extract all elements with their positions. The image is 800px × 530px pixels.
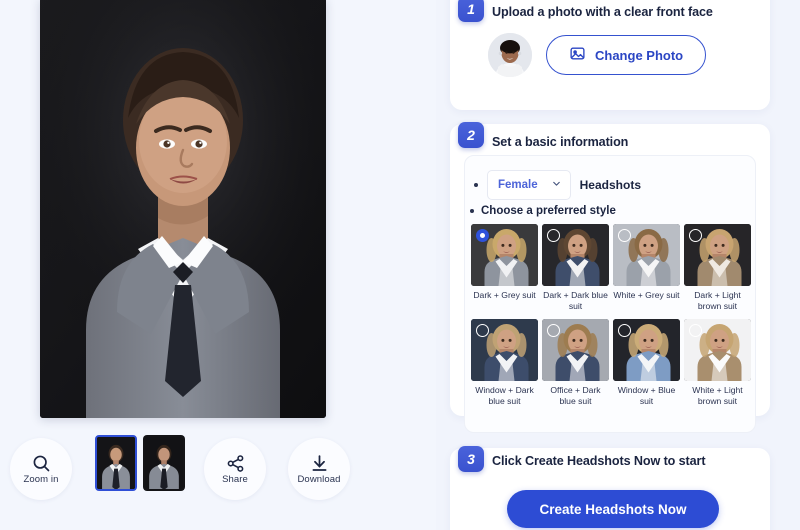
step-2-badge: 2 [458,122,484,148]
step-1-badge: 1 [458,0,484,22]
style-thumbnail [684,224,751,286]
style-radio[interactable] [547,229,560,242]
zoom-in-label: Zoom in [23,474,59,486]
gender-select-value: Female [498,179,538,191]
download-icon [309,453,330,474]
style-option-label: White + Light brown suit [692,385,743,407]
style-thumbnail [684,319,751,382]
style-option-6[interactable]: Office + Dark blue suit [542,319,609,406]
style-radio[interactable] [689,229,702,242]
image-icon [569,45,586,65]
share-icon [225,453,246,474]
bullet-icon [470,209,474,213]
style-option-label: Window + Dark blue suit [475,385,534,407]
style-option-label: Dark + Grey suit [473,290,536,300]
result-thumb-image [97,437,135,489]
download-label: Download [297,474,341,486]
download-button[interactable]: Download [288,438,350,500]
gender-select[interactable]: Female [487,170,571,200]
choose-style-label: Choose a preferred style [481,205,616,217]
style-thumbnail [613,224,680,286]
share-label: Share [222,474,248,486]
zoom-in-button[interactable]: Zoom in [10,438,72,500]
style-radio-selected[interactable] [476,229,489,242]
style-radio[interactable] [618,229,631,242]
headshot-generator-app: Zoom in Share Download 1 Upload a photo … [0,0,800,530]
style-thumbnail [542,319,609,382]
share-button[interactable]: Share [204,438,266,500]
change-photo-label: Change Photo [595,47,684,63]
preview-pane: Zoom in Share Download [0,0,436,530]
style-option-label: Window + Blue suit [617,385,676,407]
style-option-label: Dark + Light brown suit [694,290,741,311]
style-option-label: Dark + Dark blue suit [543,290,608,311]
step-3-badge: 3 [458,446,484,472]
step-1-title: Upload a photo with a clear front face [492,5,713,19]
headshots-label: Headshots [579,178,641,192]
style-option-8[interactable]: White + Light brown suit [684,319,751,406]
change-photo-button[interactable]: Change Photo [546,35,707,75]
avatar-image [488,33,532,77]
style-thumbnail [471,319,538,382]
style-option-2[interactable]: Dark + Dark blue suit [542,224,609,311]
result-thumbnail-1[interactable] [95,435,137,491]
choose-style-row: Choose a preferred style [470,205,616,217]
style-option-7[interactable]: Window + Blue suit [613,319,680,406]
result-thumbnail-2[interactable] [143,435,185,491]
portrait-illustration [40,0,326,418]
style-thumbnail [613,319,680,382]
style-thumbnail [471,224,538,286]
uploaded-photo-avatar[interactable] [488,33,532,77]
step-3-title: Click Create Headshots Now to start [492,454,706,468]
style-option-label: White + Grey suit [613,290,680,300]
step-2-title: Set a basic information [492,135,629,149]
main-preview-photo[interactable] [40,0,326,418]
style-option-label: Office + Dark blue suit [550,385,601,407]
gender-row: Female Headshots [474,170,641,200]
chevron-down-icon [551,176,562,194]
style-thumbnail [542,224,609,286]
style-option-3[interactable]: White + Grey suit [613,224,680,311]
style-option-5[interactable]: Window + Dark blue suit [471,319,538,406]
style-grid: Dark + Grey suit Dark + Dark blue suit Whi… [471,224,751,407]
bullet-icon [474,183,478,187]
result-thumb-image [145,437,183,489]
magnifier-icon [31,453,52,474]
create-headshots-button[interactable]: Create Headshots Now [507,490,719,528]
result-thumbnail-strip [95,435,185,491]
style-option-4[interactable]: Dark + Light brown suit [684,224,751,311]
style-option-1[interactable]: Dark + Grey suit [471,224,538,311]
upload-row: Change Photo [488,33,707,77]
